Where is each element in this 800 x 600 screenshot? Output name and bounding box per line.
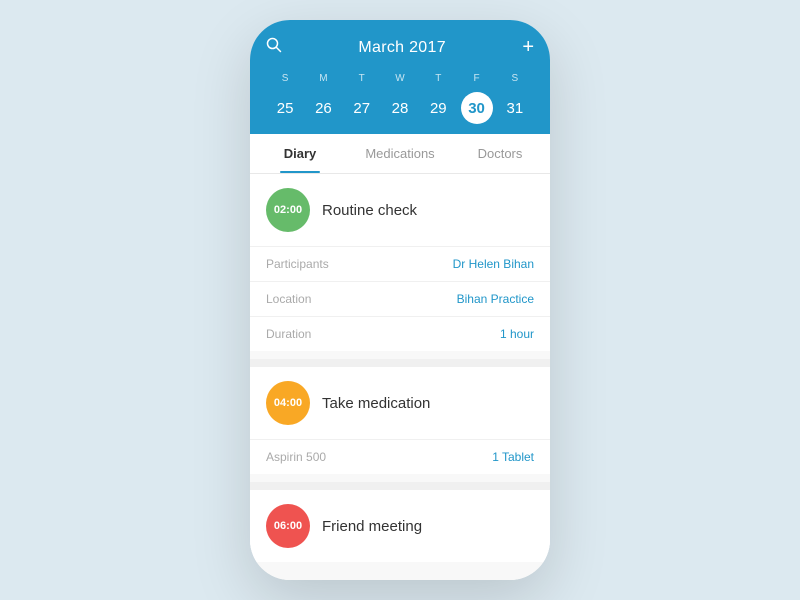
calendar-date-27[interactable]: 27 (353, 96, 370, 121)
day-label-mon: M (304, 71, 342, 86)
tab-medications[interactable]: Medications (350, 134, 450, 173)
label-location: Location (266, 292, 311, 306)
tab-bar: Diary Medications Doctors (250, 134, 550, 174)
calendar-date-28[interactable]: 28 (392, 96, 409, 121)
calendar-date-29[interactable]: 29 (430, 96, 447, 121)
event-take-medication-header: 04:00 Take medication (250, 367, 550, 439)
separator-2 (250, 482, 550, 490)
date-29-wrapper[interactable]: 29 (419, 92, 457, 124)
event-title-routine: Routine check (322, 202, 417, 219)
label-duration: Duration (266, 327, 311, 341)
date-27-wrapper[interactable]: 27 (343, 92, 381, 124)
calendar-date-30[interactable]: 30 (461, 92, 493, 124)
date-28-wrapper[interactable]: 28 (381, 92, 419, 124)
detail-aspirin: Aspirin 500 1 Tablet (250, 440, 550, 474)
date-31-wrapper[interactable]: 31 (496, 92, 534, 124)
day-label-thu: T (419, 71, 457, 86)
event-friend-meeting: 06:00 Friend meeting (250, 490, 550, 562)
detail-duration: Duration 1 hour (250, 317, 550, 351)
day-label-wed: W (381, 71, 419, 86)
value-aspirin: 1 Tablet (492, 450, 534, 464)
value-location: Bihan Practice (457, 292, 534, 306)
calendar-date-31[interactable]: 31 (507, 96, 524, 121)
date-25-wrapper[interactable]: 25 (266, 92, 304, 124)
value-participants: Dr Helen Bihan (453, 257, 534, 271)
event-routine-check: 02:00 Routine check Participants Dr Hele… (250, 174, 550, 351)
label-aspirin: Aspirin 500 (266, 450, 326, 464)
date-26-wrapper[interactable]: 26 (304, 92, 342, 124)
day-label-sun: S (266, 71, 304, 86)
calendar-header: March 2017 + S M T W T F S 25 26 27 28 (250, 20, 550, 134)
day-label-tue: T (343, 71, 381, 86)
event-title-meeting: Friend meeting (322, 518, 422, 535)
phone-container: March 2017 + S M T W T F S 25 26 27 28 (250, 20, 550, 580)
event-time-badge-meeting: 06:00 (266, 504, 310, 548)
event-friend-meeting-header: 06:00 Friend meeting (250, 490, 550, 562)
event-details-medication: Aspirin 500 1 Tablet (250, 439, 550, 474)
date-30-wrapper[interactable]: 30 (457, 92, 495, 124)
calendar-date-26[interactable]: 26 (315, 96, 332, 121)
calendar-month-title: March 2017 (358, 39, 446, 57)
event-time-badge-routine: 02:00 (266, 188, 310, 232)
detail-participants: Participants Dr Helen Bihan (250, 247, 550, 282)
calendar-date-25[interactable]: 25 (277, 96, 294, 121)
tab-diary[interactable]: Diary (250, 134, 350, 173)
value-duration: 1 hour (500, 327, 534, 341)
day-label-sat: S (496, 71, 534, 86)
event-take-medication: 04:00 Take medication Aspirin 500 1 Tabl… (250, 367, 550, 474)
tab-doctors[interactable]: Doctors (450, 134, 550, 173)
calendar-dates-row: 25 26 27 28 29 30 31 (266, 92, 534, 134)
calendar-top-bar: March 2017 + (266, 36, 534, 59)
day-label-fri: F (457, 71, 495, 86)
event-details-routine: Participants Dr Helen Bihan Location Bih… (250, 246, 550, 351)
event-routine-check-header: 02:00 Routine check (250, 174, 550, 246)
calendar-day-labels: S M T W T F S (266, 71, 534, 86)
content-area: 02:00 Routine check Participants Dr Hele… (250, 174, 550, 580)
add-event-icon[interactable]: + (522, 36, 534, 59)
detail-location: Location Bihan Practice (250, 282, 550, 317)
label-participants: Participants (266, 257, 329, 271)
event-title-medication: Take medication (322, 395, 430, 412)
separator-1 (250, 359, 550, 367)
event-time-badge-medication: 04:00 (266, 381, 310, 425)
search-icon[interactable] (266, 37, 282, 58)
